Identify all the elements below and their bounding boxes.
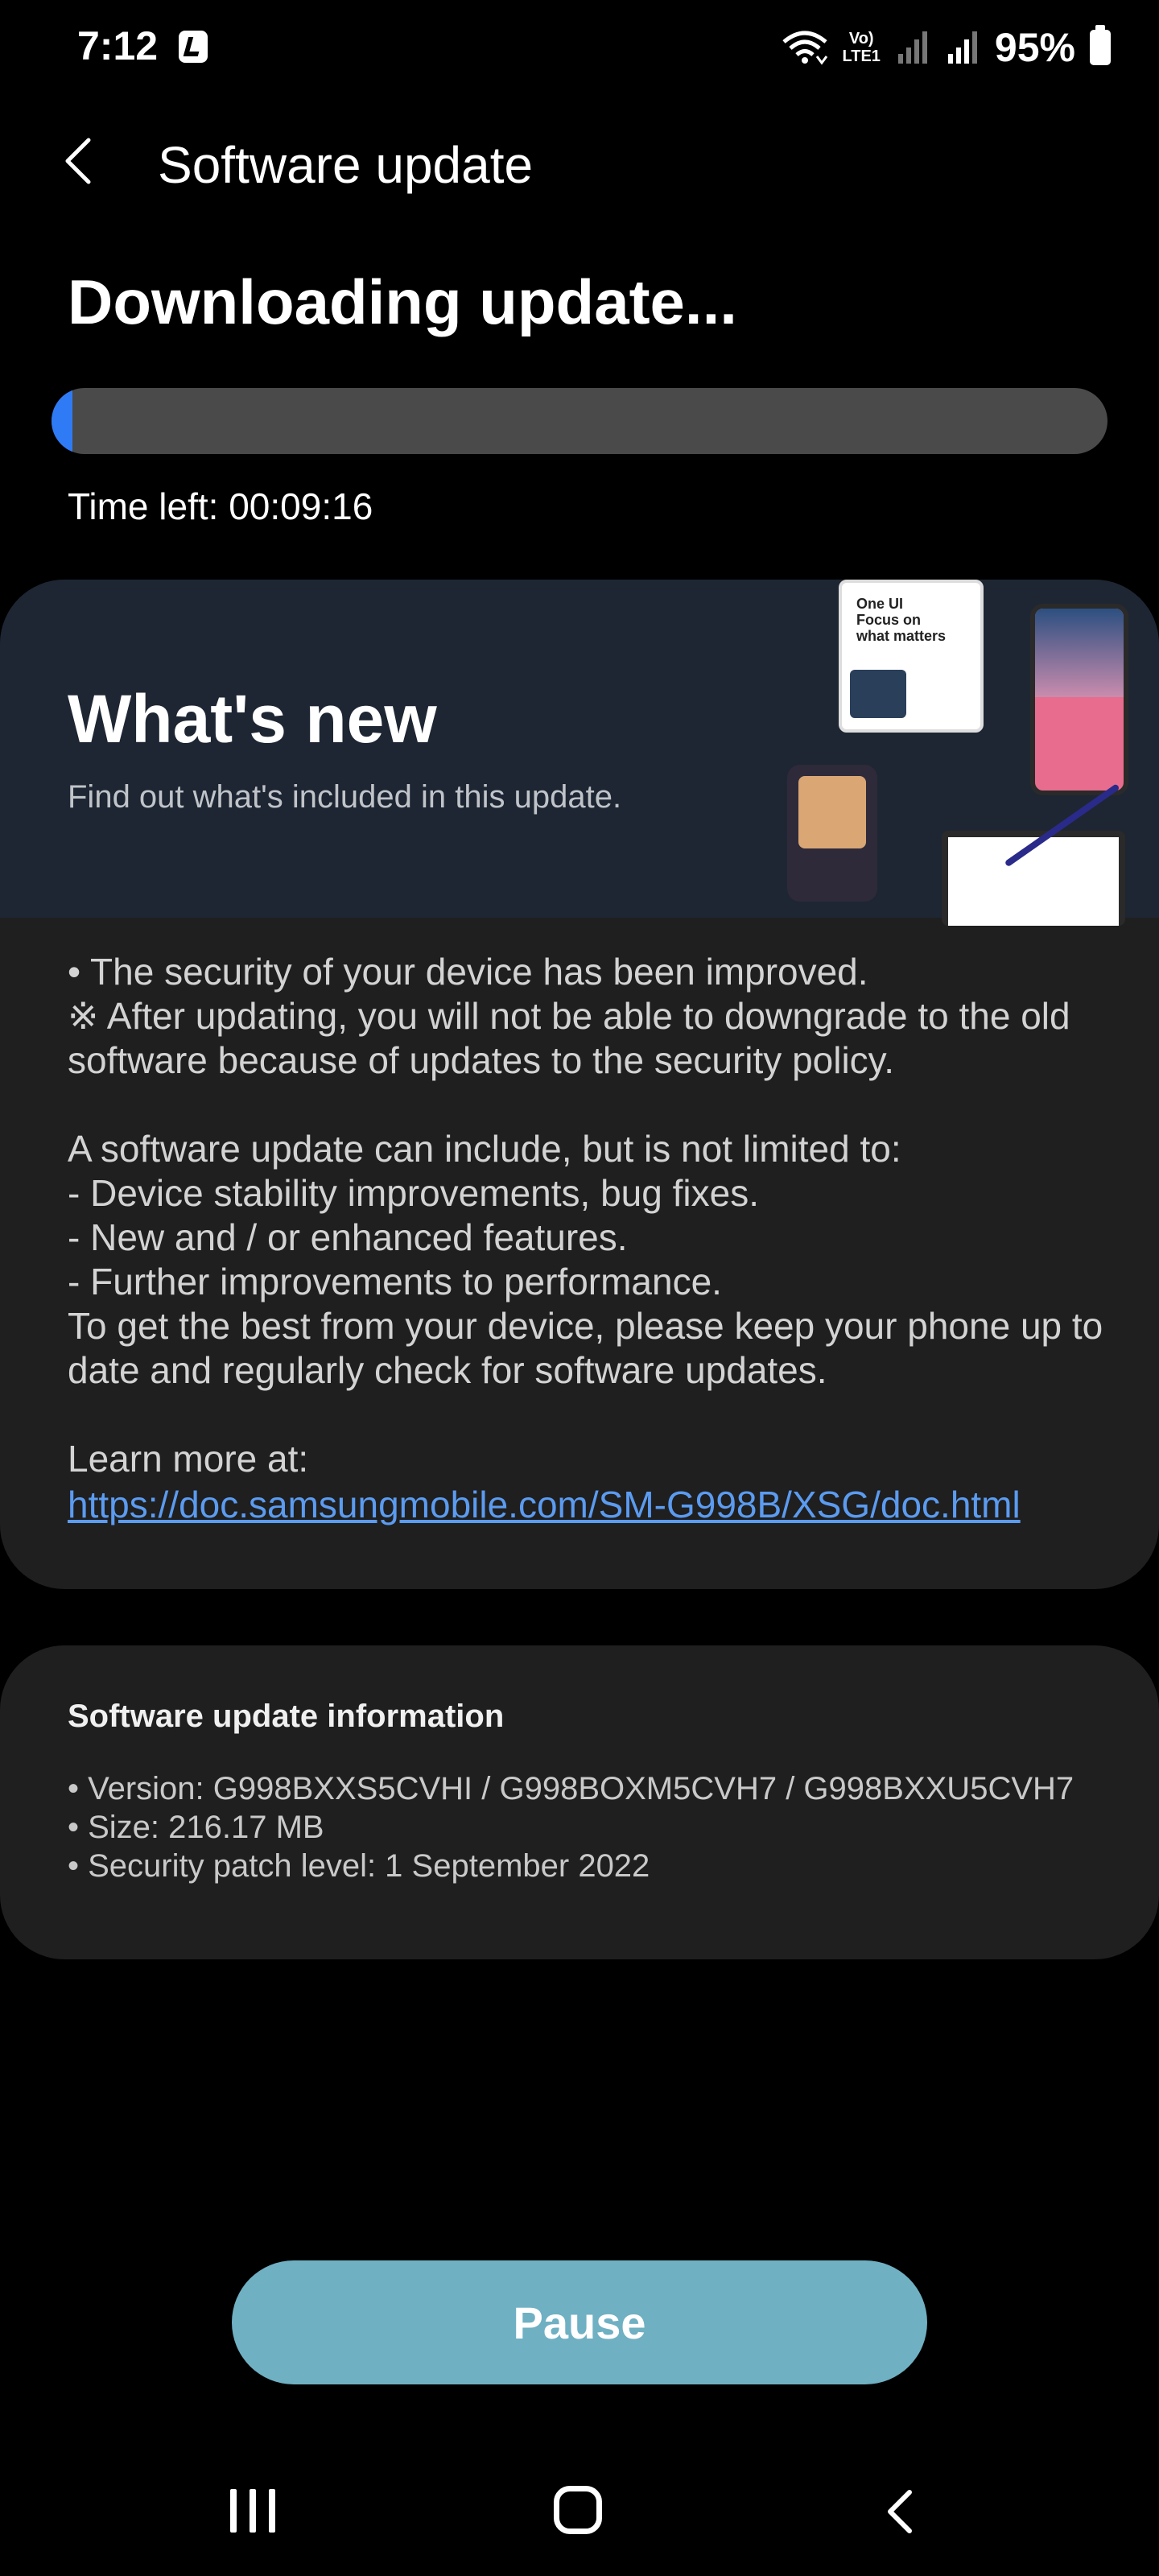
whats-new-title: What's new <box>68 681 437 757</box>
flip-phone-photo <box>798 776 866 848</box>
status-icons: Vo) LTE1 95% <box>782 19 1111 76</box>
battery-icon <box>1090 25 1111 65</box>
signal-icon <box>947 31 977 64</box>
fold-phone-illustration: One UI Focus on what matters <box>839 580 984 733</box>
navigation-bar <box>0 2455 1159 2576</box>
home-icon[interactable] <box>554 2486 602 2534</box>
recent-apps-icon[interactable] <box>230 2489 275 2533</box>
pause-button[interactable]: Pause <box>232 2260 927 2384</box>
lte-label: LTE1 <box>842 47 881 65</box>
volte-label: Vo) <box>848 30 874 47</box>
release-notes: • The security of your device has been i… <box>68 951 1103 1480</box>
status-bar: 7:12 Vo) LTE1 95% <box>0 0 1159 97</box>
status-time: 7:12 <box>77 23 159 68</box>
page-title: Software update <box>158 136 534 194</box>
back-icon[interactable] <box>884 2487 916 2536</box>
download-progress-fill <box>52 388 73 454</box>
music-note-app-icon <box>179 31 208 63</box>
signal-icon <box>897 31 927 64</box>
volte-icon: Vo) LTE1 <box>843 30 881 65</box>
flip-phone-illustration <box>787 765 877 902</box>
pink-phone-screen <box>1035 609 1124 697</box>
download-status-title: Downloading update... <box>68 266 737 337</box>
chevron-left-icon[interactable] <box>48 129 113 193</box>
fold-phone-screen <box>850 670 906 718</box>
whats-new-banner: What's new Find out what's included in t… <box>0 580 1159 926</box>
download-progress-bar <box>52 388 1107 454</box>
whats-new-subtitle: Find out what's included in this update. <box>68 779 622 815</box>
time-left: Time left: 00:09:16 <box>68 485 373 527</box>
learn-more-link[interactable]: https://doc.samsungmobile.com/SM-G998B/X… <box>68 1483 1021 1526</box>
update-info-card: Software update information • Version: G… <box>0 1645 1159 1959</box>
update-info-title: Software update information <box>68 1699 505 1734</box>
whats-new-card: What's new Find out what's included in t… <box>0 580 1159 1589</box>
wifi-icon <box>782 31 827 65</box>
security-patch-info: • Security patch level: 1 September 2022 <box>68 1848 650 1884</box>
size-info: • Size: 216.17 MB <box>68 1810 324 1845</box>
battery-percentage: 95% <box>994 25 1075 70</box>
illustration-text: One UI Focus on what matters <box>856 596 947 644</box>
update-info-list: • Version: G998BXXS5CVHI / G998BOXM5CVH7… <box>68 1769 1074 1885</box>
app-header: Software update <box>0 121 1159 201</box>
pink-phone-illustration <box>1030 604 1128 795</box>
version-info: • Version: G998BXXS5CVHI / G998BOXM5CVH7… <box>68 1771 1074 1806</box>
